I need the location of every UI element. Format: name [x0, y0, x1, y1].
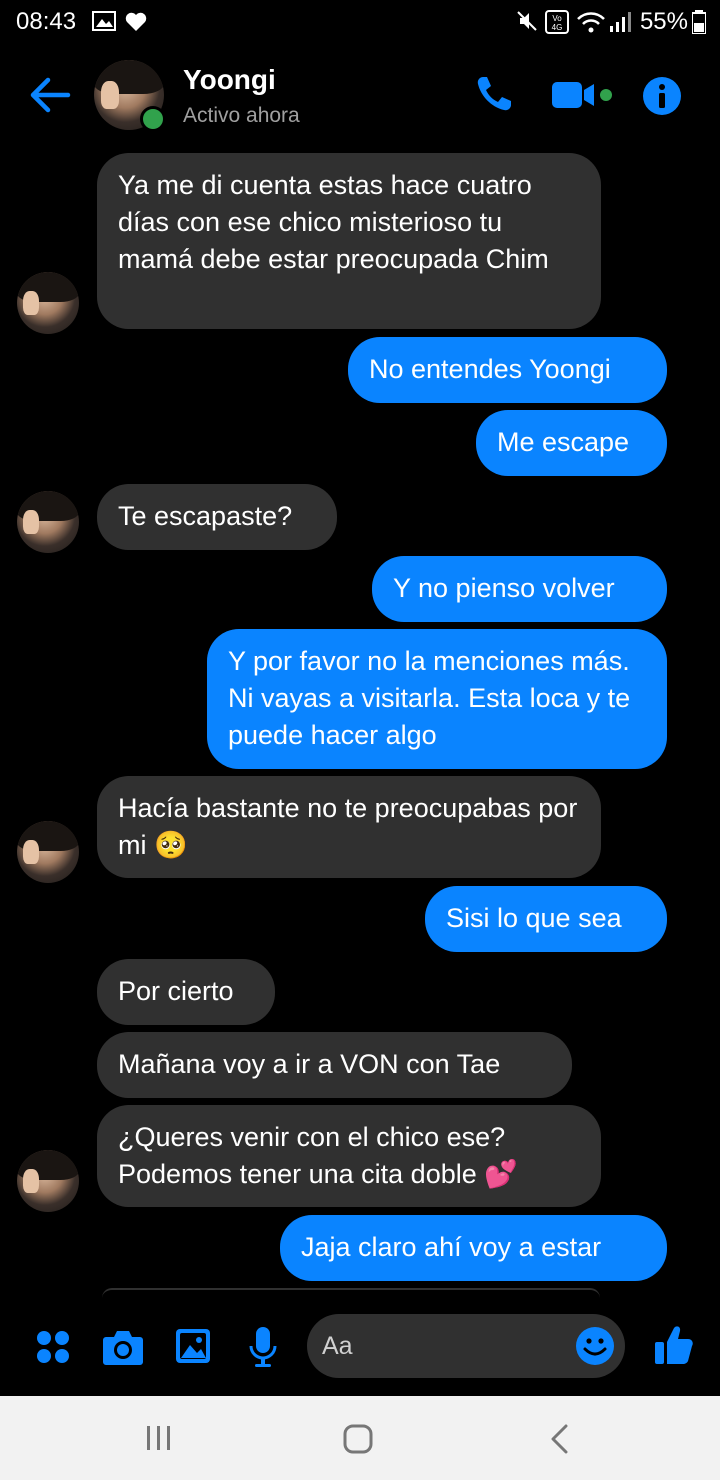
message-input-placeholder: Aa: [322, 1332, 353, 1360]
status-bar: 08:43 Vo 4G 55%: [0, 0, 720, 44]
message-outgoing[interactable]: Y por favor no la menciones más. Ni vaya…: [207, 629, 667, 769]
emoji-icon[interactable]: [575, 1326, 615, 1366]
status-time: 08:43: [16, 8, 77, 35]
back-arrow-icon[interactable]: [28, 76, 72, 114]
conversation-header: Yoongi Activo ahora: [0, 44, 720, 144]
message-outgoing[interactable]: No entendes Yoongi: [348, 337, 667, 403]
partial-message-edge: [102, 1288, 600, 1298]
message-outgoing[interactable]: Jaja claro ahí voy a estar: [280, 1215, 667, 1281]
camera-icon[interactable]: [102, 1328, 144, 1366]
svg-text:Vo: Vo: [552, 14, 562, 23]
video-camera-icon[interactable]: [552, 80, 614, 110]
online-indicator: [140, 106, 166, 132]
message-outgoing[interactable]: Y no pienso volver: [372, 556, 667, 622]
recent-apps-icon[interactable]: [145, 1424, 173, 1452]
volte-icon: Vo 4G: [545, 10, 569, 34]
contact-status: Activo ahora: [183, 104, 300, 127]
message-incoming[interactable]: Por cierto: [97, 959, 275, 1025]
back-nav-icon[interactable]: [548, 1424, 570, 1454]
svg-text:4G: 4G: [552, 23, 563, 32]
sender-avatar[interactable]: [17, 491, 79, 553]
message-incoming[interactable]: Te escapaste?: [97, 484, 337, 550]
sender-avatar[interactable]: [17, 272, 79, 334]
signal-icon: [610, 12, 631, 32]
menu-dots-icon[interactable]: [36, 1330, 70, 1364]
mute-icon: [517, 11, 537, 31]
composer-bar: Aa: [0, 1300, 720, 1396]
contact-name[interactable]: Yoongi: [183, 64, 276, 96]
home-icon[interactable]: [343, 1424, 373, 1454]
message-incoming[interactable]: ¿Queres venir con el chico ese? Podemos …: [97, 1105, 601, 1207]
heart-notification-icon: [125, 12, 147, 31]
like-thumb-icon[interactable]: [654, 1324, 694, 1366]
info-icon[interactable]: [642, 76, 682, 116]
gallery-icon[interactable]: [175, 1328, 211, 1364]
message-incoming[interactable]: Mañana voy a ir a VON con Tae: [97, 1032, 572, 1098]
phone-icon[interactable]: [474, 74, 514, 114]
message-incoming[interactable]: Ya me di cuenta estas hace cuatro días c…: [97, 153, 601, 329]
sender-avatar[interactable]: [17, 821, 79, 883]
message-input[interactable]: Aa: [307, 1314, 625, 1378]
message-outgoing[interactable]: Sisi lo que sea: [425, 886, 667, 952]
microphone-icon[interactable]: [248, 1326, 278, 1368]
wifi-icon: [577, 12, 605, 33]
battery-icon: [692, 10, 706, 34]
battery-percent: 55%: [639, 8, 688, 35]
system-nav-bar: [0, 1396, 720, 1480]
gallery-notification-icon: [92, 11, 116, 31]
message-incoming[interactable]: Hacía bastante no te preocupabas por mi …: [97, 776, 601, 878]
message-outgoing[interactable]: Me escape: [476, 410, 667, 476]
sender-avatar[interactable]: [17, 1150, 79, 1212]
